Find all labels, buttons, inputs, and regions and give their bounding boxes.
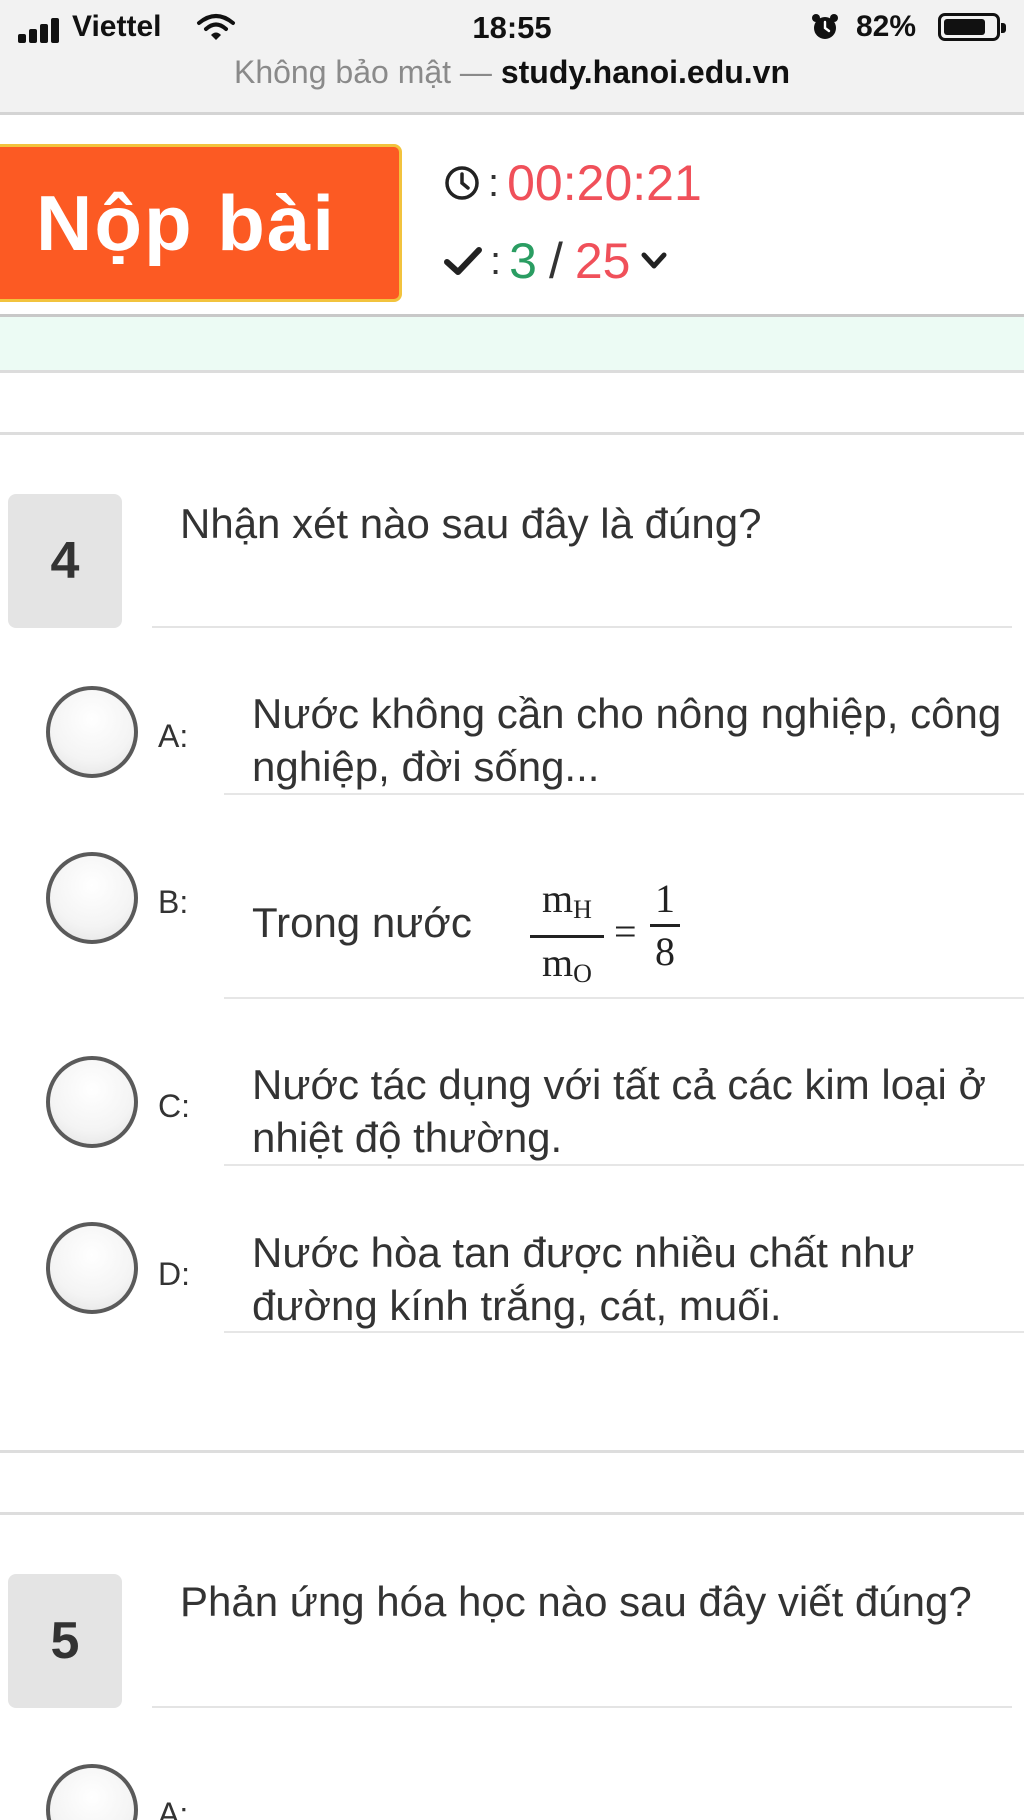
timer: : 00:20:21: [444, 155, 702, 211]
option-d-text[interactable]: Nước hòa tan được nhiều chất như đường k…: [252, 1226, 1022, 1332]
formula-lhs-den: m: [542, 940, 574, 985]
progress-indicator[interactable]: : 3 / 25: [444, 231, 668, 291]
question-text: Phản ứng hóa học nào sau đây viết đúng?: [180, 1578, 972, 1625]
total-count: 25: [574, 233, 631, 289]
formula-rhs-num: 1: [655, 876, 675, 921]
option-d-label: D:: [158, 1256, 190, 1292]
check-icon: [444, 247, 482, 275]
question-number: 4: [8, 494, 122, 628]
timer-separator: :: [488, 160, 500, 205]
answered-count: 3: [509, 233, 537, 289]
option-c-radio[interactable]: [46, 1056, 138, 1148]
question-divider: [152, 1706, 1012, 1708]
option-a-text[interactable]: Nước không cần cho nông nghiệp, công ngh…: [252, 687, 1022, 793]
option-divider: [224, 1164, 1024, 1166]
url-domain: study.hanoi.edu.vn: [500, 54, 791, 90]
submit-exam-button[interactable]: Nộp bài: [0, 144, 402, 302]
formula-lhs-den-sub: O: [573, 959, 592, 988]
mass-ratio-formula: mH mO = 1 8: [530, 870, 690, 1000]
notification-band: [0, 317, 1024, 373]
option-c-label: C:: [158, 1088, 190, 1124]
question-divider: [152, 626, 1012, 628]
option-divider: [224, 793, 1024, 795]
question-separator: [0, 1512, 1024, 1515]
timer-value: 00:20:21: [507, 155, 702, 211]
option-c-text[interactable]: Nước tác dụng với tất cả các kim loại ở …: [252, 1058, 1022, 1164]
question-separator: [0, 1450, 1024, 1453]
option-a-radio[interactable]: [46, 686, 138, 778]
option-a-label: A:: [158, 718, 189, 754]
option-b-text[interactable]: Trong nước: [252, 896, 532, 949]
formula-lhs-num-sub: H: [573, 895, 592, 924]
url-security-label: Không bảo mật —: [233, 54, 501, 90]
option-b-label: B:: [158, 884, 189, 920]
option-divider: [224, 1331, 1024, 1333]
battery-percentage: 82%: [856, 10, 917, 43]
status-bar: Viettel 18:55 82% Không bảo mật — study.…: [0, 0, 1024, 112]
option-b-radio[interactable]: [46, 852, 138, 944]
option-a-radio[interactable]: [46, 1764, 138, 1820]
option-a-label: A:: [158, 1796, 189, 1820]
status-divider: [0, 112, 1024, 115]
option-d-radio[interactable]: [46, 1222, 138, 1314]
formula-lhs-num: m: [542, 876, 574, 921]
progress-separator: :: [490, 238, 502, 283]
option-divider: [224, 997, 1024, 999]
progress-slash: /: [548, 233, 563, 289]
alarm-icon: [812, 14, 838, 39]
battery-level: [944, 19, 985, 35]
battery-icon: [938, 13, 1006, 41]
question-text: Nhận xét nào sau đây là đúng?: [180, 500, 762, 547]
formula-equals: =: [614, 909, 637, 954]
formula-rhs: 1 8: [650, 874, 680, 977]
formula-rhs-den: 8: [655, 929, 675, 974]
section-divider: [0, 432, 1024, 435]
clock-icon: [445, 166, 479, 200]
chevron-down-icon[interactable]: [640, 250, 668, 272]
formula-lhs: mH mO: [530, 874, 604, 999]
question-number: 5: [8, 1574, 122, 1708]
url-bar[interactable]: Không bảo mật — study.hanoi.edu.vn: [0, 54, 1024, 91]
